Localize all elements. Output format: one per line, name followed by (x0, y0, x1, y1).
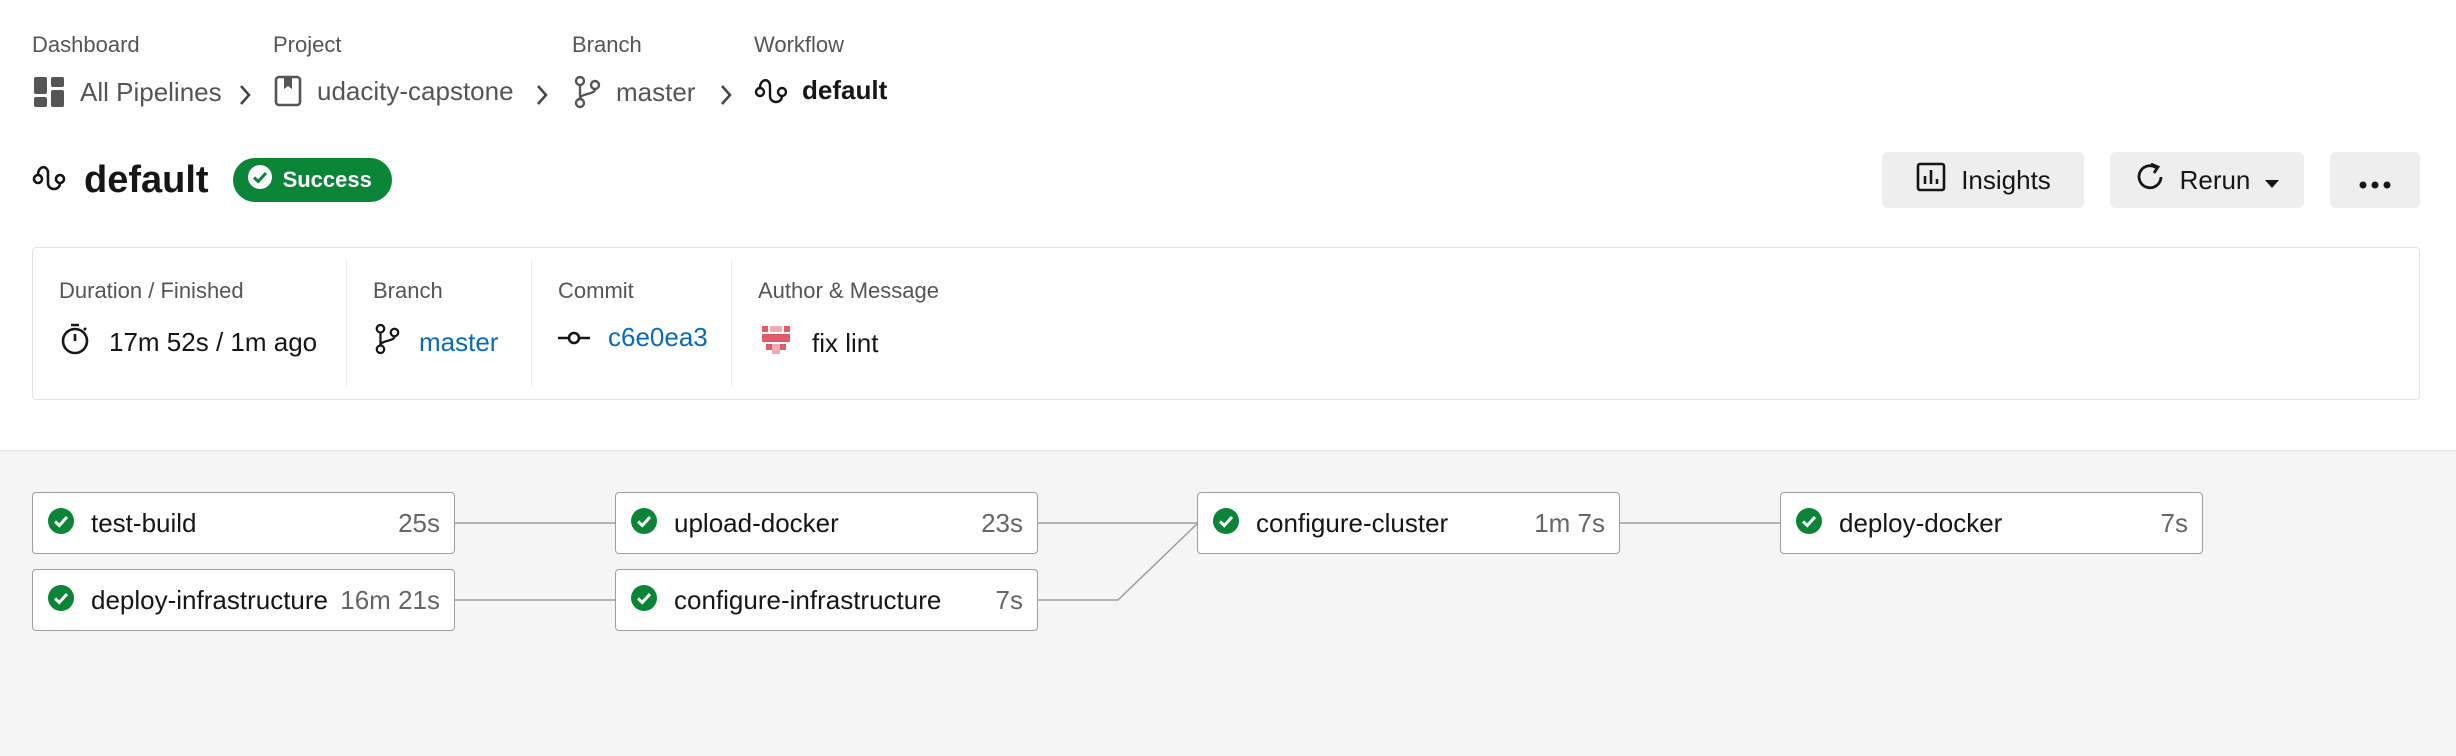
header-actions: Insights Rerun (1882, 152, 2420, 208)
breadcrumb-dashboard-label: Dashboard (32, 32, 140, 57)
breadcrumb-branch-link[interactable]: master (572, 75, 695, 109)
page-title: default (84, 158, 209, 201)
breadcrumb-project-label: Project (273, 32, 342, 57)
rerun-button[interactable]: Rerun (2110, 152, 2304, 208)
status-badge: Success (232, 158, 392, 202)
breadcrumb-dashboard-value: All Pipelines (80, 76, 222, 107)
info-author: Author & Message fix lint (732, 260, 965, 387)
workflow-graph: test-build 25s deploy-infrastructure 16m… (0, 450, 2456, 756)
commit-icon (558, 322, 590, 353)
pipeline-info-card: Duration / Finished 17m 52s / 1m ago Bra… (32, 247, 2420, 400)
breadcrumb-workflow-label: Workflow (754, 32, 845, 57)
breadcrumb-branch: Branch master (572, 30, 695, 109)
job-name: configure-cluster (1256, 507, 1449, 538)
info-author-row: fix lint (758, 322, 939, 365)
job-duration: 7s (2160, 507, 2188, 538)
chevron-right-icon (718, 82, 734, 113)
chevron-right-icon (237, 82, 253, 113)
breadcrumb-branch-value: master (616, 76, 696, 107)
job-duration: 1m 7s (1534, 507, 1605, 538)
job-duration: 23s (981, 507, 1023, 538)
info-duration-label: Duration / Finished (59, 278, 244, 303)
check-circle-icon (1212, 507, 1240, 540)
breadcrumb-project: Project udacity-capstone (273, 30, 514, 107)
check-circle-icon (47, 507, 75, 540)
branch-icon (572, 75, 602, 109)
breadcrumb-project-link[interactable]: udacity-capstone (273, 75, 514, 107)
check-circle-icon (1795, 507, 1823, 540)
job-duration: 25s (398, 507, 440, 538)
bar-chart-icon (1915, 161, 1947, 200)
info-branch-link[interactable]: master (419, 327, 498, 358)
info-author-label: Author & Message (758, 278, 939, 303)
more-options-button[interactable] (2330, 152, 2420, 208)
job-name: test-build (91, 507, 197, 538)
workflow-icon (32, 163, 66, 198)
info-commit-message: fix lint (812, 328, 879, 358)
job-name: upload-docker (674, 507, 839, 538)
status-badge-label: Success (282, 167, 372, 192)
info-commit-row: c6e0ea3 (558, 322, 708, 353)
rerun-button-label: Rerun (2179, 164, 2251, 195)
breadcrumb-workflow: Workflow default (754, 30, 887, 105)
breadcrumb-branch-label: Branch (572, 32, 642, 57)
job-duration: 7s (995, 584, 1023, 615)
job-test-build[interactable]: test-build 25s (32, 492, 455, 554)
job-name: configure-infrastructure (674, 584, 942, 615)
chevron-right-icon (534, 82, 550, 113)
more-icon (2359, 165, 2391, 196)
insights-button-label: Insights (1961, 164, 2051, 195)
job-configure-infrastructure[interactable]: configure-infrastructure 7s (615, 569, 1038, 631)
job-upload-docker[interactable]: upload-docker 23s (615, 492, 1038, 554)
job-name: deploy-docker (1839, 507, 2003, 538)
job-duration: 16m 21s (340, 584, 440, 615)
caret-down-icon (2264, 165, 2280, 196)
info-duration-value: 17m 52s / 1m ago (109, 327, 318, 357)
author-avatar[interactable] (758, 322, 794, 365)
check-circle-icon (630, 584, 658, 617)
info-duration-row: 17m 52s / 1m ago (59, 322, 320, 363)
refresh-icon (2134, 161, 2166, 200)
info-commit: Commit c6e0ea3 (532, 260, 732, 387)
breadcrumb-dashboard-link[interactable]: All Pipelines (32, 75, 222, 109)
breadcrumb-project-value: udacity-capstone (317, 75, 514, 106)
job-name: deploy-infrastructure (91, 584, 328, 615)
job-deploy-docker[interactable]: deploy-docker 7s (1780, 492, 2203, 554)
page-header: default Success (32, 150, 392, 210)
info-branch-row: master (373, 322, 505, 363)
breadcrumb-dashboard: Dashboard All Pipelines (32, 30, 222, 107)
check-circle-icon (47, 584, 75, 617)
info-branch: Branch master (347, 260, 532, 387)
info-commit-label: Commit (558, 278, 634, 303)
stopwatch-icon (59, 322, 91, 363)
breadcrumb-workflow-value: default (802, 75, 888, 105)
check-circle-icon (247, 164, 273, 196)
branch-icon (373, 322, 401, 363)
breadcrumb-workflow-current: default (754, 75, 887, 106)
project-icon (273, 75, 303, 107)
info-duration: Duration / Finished 17m 52s / 1m ago (33, 260, 347, 387)
info-commit-link[interactable]: c6e0ea3 (608, 322, 708, 353)
workflow-icon (754, 76, 788, 106)
job-deploy-infrastructure[interactable]: deploy-infrastructure 16m 21s (32, 569, 455, 631)
info-branch-label: Branch (373, 278, 443, 303)
job-configure-cluster[interactable]: configure-cluster 1m 7s (1197, 492, 1620, 554)
insights-button[interactable]: Insights (1882, 152, 2084, 208)
dashboard-icon (32, 75, 66, 109)
check-circle-icon (630, 507, 658, 540)
